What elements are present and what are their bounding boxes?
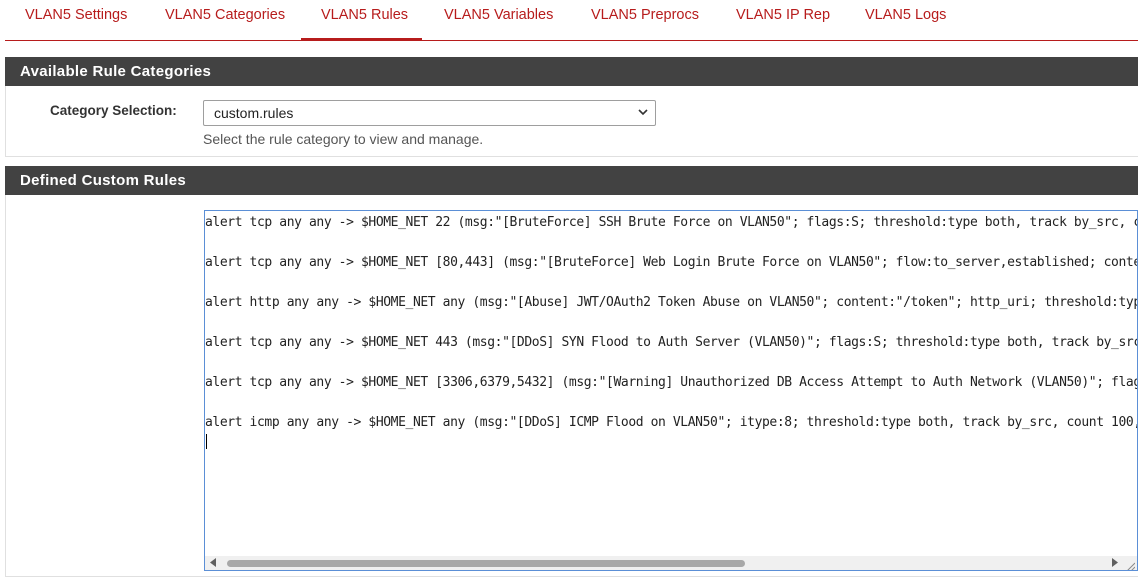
resize-handle-icon[interactable]	[1125, 558, 1136, 570]
rules-lines: alert tcp any any -> $HOME_NET 22 (msg:"…	[205, 213, 1138, 453]
scrollbar-thumb[interactable]	[227, 560, 745, 567]
tab-vlan5-variables[interactable]: VLAN5 Variables	[424, 0, 573, 41]
rules-panel-heading: Defined Custom Rules	[5, 166, 1138, 195]
rule-line: alert tcp any any -> $HOME_NET 443 (msg:…	[205, 335, 1138, 350]
text-caret	[206, 434, 207, 449]
scroll-left-icon[interactable]	[209, 557, 217, 570]
rule-line: alert icmp any any -> $HOME_NET any (msg…	[205, 415, 1138, 430]
scroll-right-icon[interactable]	[1111, 557, 1119, 570]
tab-vlan5-preprocs[interactable]: VLAN5 Preprocs	[571, 0, 719, 41]
category-selection-label: Category Selection:	[50, 103, 177, 118]
tab-vlan5-ip-rep[interactable]: VLAN5 IP Rep	[716, 0, 850, 41]
tab-vlan5-rules[interactable]: VLAN5 Rules	[301, 0, 422, 41]
rule-line: alert http any any -> $HOME_NET any (msg…	[205, 295, 1138, 310]
horizontal-scrollbar[interactable]	[205, 556, 1137, 570]
tab-vlan5-logs[interactable]: VLAN5 Logs	[845, 0, 966, 41]
tab-vlan5-categories[interactable]: VLAN5 Categories	[145, 0, 305, 41]
tab-bar: VLAN5 Settings VLAN5 Categories VLAN5 Ru…	[5, 0, 1138, 41]
chevron-down-icon	[637, 101, 649, 134]
rule-line: alert tcp any any -> $HOME_NET [80,443] …	[205, 255, 1138, 270]
tab-vlan5-settings[interactable]: VLAN5 Settings	[5, 0, 147, 41]
rule-line: alert tcp any any -> $HOME_NET [3306,637…	[205, 375, 1138, 390]
rule-line: alert tcp any any -> $HOME_NET 22 (msg:"…	[205, 215, 1138, 230]
category-select[interactable]: custom.rules	[203, 100, 656, 126]
rules-textarea[interactable]: alert tcp any any -> $HOME_NET 22 (msg:"…	[204, 210, 1138, 571]
categories-panel-heading: Available Rule Categories	[5, 57, 1138, 86]
category-select-value: custom.rules	[214, 105, 294, 121]
category-help-text: Select the rule category to view and man…	[203, 131, 484, 147]
